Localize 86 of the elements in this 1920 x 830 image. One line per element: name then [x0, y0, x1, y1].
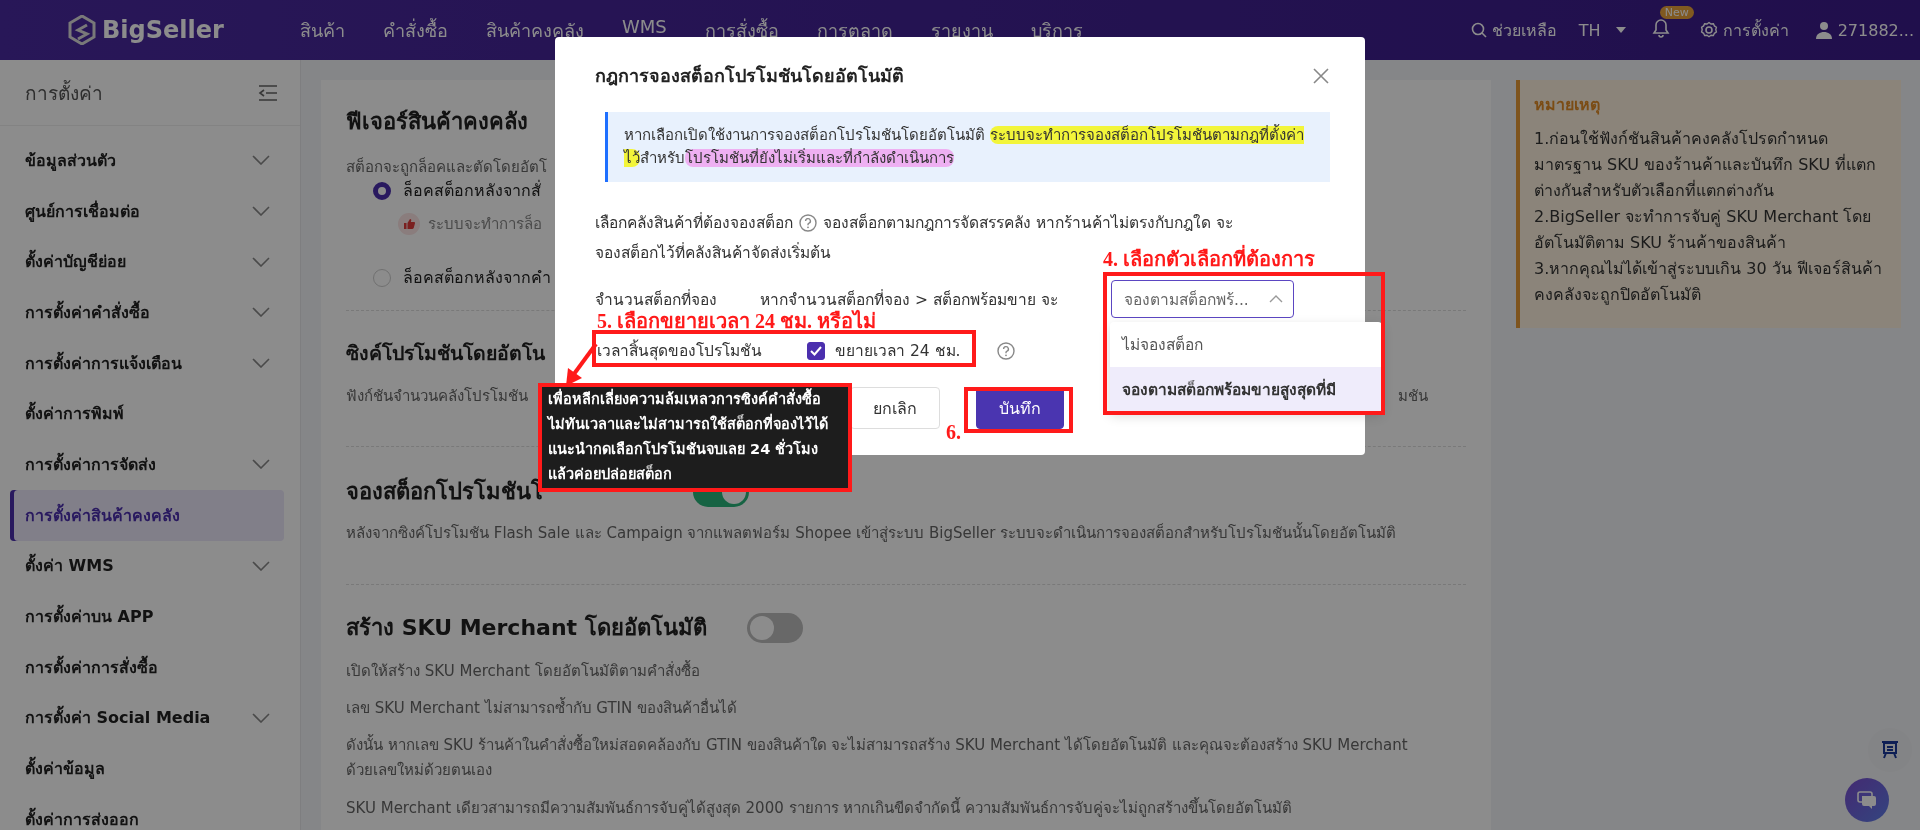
chevron-down-icon: [252, 155, 270, 166]
chevron-down-icon: [252, 358, 270, 369]
nav-menu-item[interactable]: สินค้า: [300, 15, 345, 45]
user-icon: [1814, 21, 1833, 39]
sidebar-item[interactable]: ตั้งค่าการส่งออก: [10, 793, 284, 830]
settings-link[interactable]: การตั้งค่า: [1699, 17, 1789, 43]
caret-icon: [1615, 27, 1626, 33]
section-description: SKU Merchant เดียวสามารถมีความสัมพันธ์การจับคู่ได้สูงสุด 2000 รายการ หากเกินขีดจำกัดนี้ ความสัมพันธ์การจับคู่จะไม่ถูกสร้างขึ้นโดยอัตโนมัติ: [346, 796, 1294, 820]
field-description: จองสต็อกไว้ที่คลังสินค้าจัดส่งเริ่มต้น: [595, 241, 831, 264]
chevron-down-icon: [252, 560, 270, 571]
sidebar-item[interactable]: ตั้งค่าข้อมูล: [10, 743, 284, 794]
note-text: 3.หากคุณไม่ได้เข้าสู่ระบบเกิน 30 วัน ฟีเจอร์สินค้าคงคลังจะถูกปิดอัตโนมัติ: [1534, 258, 1883, 307]
help-link[interactable]: ช่วยเหลือ: [1470, 17, 1557, 43]
sidebar-item[interactable]: การตั้งค่าบน APP: [10, 591, 284, 642]
section-description: ดังนั้น หากเลข SKU ร้านค้าในคำสั่งซื้อใหม่สอดคล้องกับ GTIN ของสินค้าใด จะไม่สามารถสร้าง SKU Merchant ได้โดยอัตโนมัติ และคุณจะต้องสร้าง SKU Merchant ด้วยเลขใหม่ด้วยตนเอง: [346, 733, 1409, 781]
user-account[interactable]: 271882...: [1814, 20, 1914, 40]
annotation-label: 6.: [946, 420, 961, 444]
tooltip: เพื่อหลีกเลี่ยงความล้มเหลวการซิงค์คำสั่งซื้อไม่ทันเวลาและไม่สามารถใช้สต็อกที่จองไว้ได้ แนะนำกดเลือกโปรโมชันจบเลย 24 ชั่วโมงแล้วค่อยปล่อยสต็อก: [538, 383, 852, 492]
section-title: ซิงค์โปรโมชันโดยอัตโน: [346, 341, 545, 367]
nav-menu-item[interactable]: คำสั่งซื้อ: [383, 15, 448, 45]
chevron-down-icon: [252, 256, 270, 267]
section-description: สต็อกจะถูกล็อคและตัดโดยอัตโ: [346, 157, 548, 177]
nav-menu-item[interactable]: สินค้าคงคลัง: [486, 15, 584, 45]
language-selector[interactable]: TH: [1578, 20, 1626, 40]
sidebar-item[interactable]: ตั้งค่าการพิมพ์: [10, 388, 284, 440]
section-description: มชัน: [1398, 386, 1428, 407]
section-description: ฟังก์ชันจำนวนคลังโปรโมชัน: [346, 386, 528, 407]
sidebar-item[interactable]: การตั้งค่าการจัดส่ง: [10, 439, 284, 490]
sidebar-item[interactable]: การตั้งค่าคำสั่งซื้อ: [10, 287, 284, 338]
chat-icon: [1856, 790, 1878, 810]
section-description: หลังจากซิงค์โปรโมชัน Flash Sale และ Campaign จากแพลตฟอร์ม Shopee เข้าสู่ระบบ BigSeller ระบบจะดำเนินการจองสต็อกสำหรับโปรโมชันนั้นโดยอัตโนมัติ: [346, 521, 1398, 544]
sidebar-item[interactable]: การตั้งค่า Social Media: [10, 692, 284, 744]
sidebar-item[interactable]: ข้อมูลส่วนตัว: [10, 135, 284, 186]
section-title: สร้าง SKU Merchant โดยอัตโนมัติ: [346, 613, 707, 642]
dialog-title: กฎการจองสต็อกโปรโมชันโดยอัตโนมัติ: [595, 63, 904, 88]
option-label: ล็อคสต็อกหลังจากสั่: [403, 179, 541, 202]
info-banner: หากเลือกเปิดใช้งานการจองสต็อกโปรโมชันโดยอัตโนมัติ ระบบจะทำการจองสต็อกโปรโมชันตามกฎที่ตั้งค่าไว้สำหรับโปรโมชันที่ยังไม่เริ่มและที่กำลังดำเนินการ: [605, 112, 1330, 182]
chevron-down-icon: [252, 459, 270, 470]
sidebar-title: การตั้งค่า: [25, 79, 103, 106]
note-text: 2.BigSeller จะทำการจับคู่ SKU Merchant โดยอัตโนมัติตาม SKU ร้านค้าของสินค้า: [1534, 206, 1873, 254]
logo-text[interactable]: BigSeller: [102, 16, 224, 44]
checkbox-label: ขยายเวลา 24 ชม.: [835, 341, 961, 362]
chat-button[interactable]: [1845, 778, 1889, 822]
chevron-up-icon: [1269, 295, 1283, 303]
chevron-down-icon: [252, 307, 270, 318]
field-label: จำนวนสต็อกที่จอง: [595, 288, 718, 310]
sidebar-item[interactable]: การตั้งค่าสินค้าคงคลัง: [10, 489, 284, 541]
section-title: จองสต็อกโปรโมชันโ: [346, 477, 541, 506]
sidebar-item[interactable]: การตั้งค่าการแจ้งเตือน: [10, 337, 284, 389]
search-icon: [1470, 22, 1487, 38]
thumbs-up-icon: [398, 213, 420, 235]
field-description: หากจำนวนสต็อกที่จอง > สต็อกพร้อมขาย จะ: [760, 290, 1058, 309]
chevron-down-icon: [252, 206, 270, 217]
annotation-label: 5. เลือกขยายเวลา 24 ชม. หรือไม่: [597, 309, 876, 333]
note-text: 1.ก่อนใช้ฟังก์ชันสินค้าคงคลังโปรดกำหนดมาตรฐาน SKU ของร้านค้าและบันทึก SKU ที่แตกต่างกันสำหรับตัวเลือกที่แตกต่างกัน: [1534, 128, 1878, 202]
logo-icon[interactable]: [68, 15, 96, 45]
cancel-button[interactable]: ยกเลิก: [850, 387, 940, 429]
sidebar-item[interactable]: ตั้งค่า WMS: [10, 540, 284, 592]
bell-icon[interactable]: [1651, 18, 1670, 38]
settings-icon: [1699, 21, 1718, 39]
notification-badge: New: [1659, 6, 1694, 19]
field-label: เลือกคลังสินค้าที่ต้องจองสต็อก: [595, 211, 793, 234]
field-description: จองสต็อกตามกฎการจัดสรรคลัง หากร้านค้าไม่ตรงกับกฎใด จะ: [823, 212, 1233, 234]
sidebar-item[interactable]: ศูนย์การเชื่อมต่อ: [10, 185, 284, 237]
hint-text: ระบบจะทำการล็อ: [428, 213, 542, 235]
section-title: ฟีเจอร์สินค้าคงคลัง: [346, 108, 528, 136]
section-description: เลข SKU Merchant ไม่สามารถซ้ำกับ GTIN ของสินค้าอื่นได้: [346, 696, 738, 719]
option-label: ล็อคสต็อกหลังจากคำ: [403, 266, 551, 289]
help-icon[interactable]: [996, 341, 1015, 360]
help-icon[interactable]: [799, 214, 817, 232]
collapse-icon[interactable]: [258, 84, 278, 101]
sidebar-item[interactable]: ตั้งค่าบัญชีย่อย: [10, 236, 284, 288]
radio-button[interactable]: [373, 182, 391, 200]
sidebar-item[interactable]: การตั้งค่าการสั่งซื้อ: [10, 641, 284, 693]
chevron-down-icon: [252, 712, 270, 723]
easel-icon: [1880, 740, 1900, 760]
checkmark-icon: [810, 345, 822, 356]
toggle-switch[interactable]: [746, 613, 803, 643]
dropdown-select[interactable]: จองตามสต็อกพร้...: [1111, 280, 1294, 318]
notes-title: หมายเหตุ: [1534, 94, 1601, 117]
section-description: เปิดให้สร้าง SKU Merchant โดยอัตโนมัติตามคำสั่งซื้อ: [346, 659, 701, 682]
checkbox[interactable]: [807, 341, 825, 360]
dropdown-option[interactable]: จองตามสต็อกพร้อมขายสูงสุดที่มี: [1110, 367, 1382, 412]
annotation-label: 4. เลือกตัวเลือกที่ต้องการ: [1103, 247, 1315, 271]
annotation-arrow: [566, 342, 598, 386]
close-icon[interactable]: [1312, 66, 1330, 85]
